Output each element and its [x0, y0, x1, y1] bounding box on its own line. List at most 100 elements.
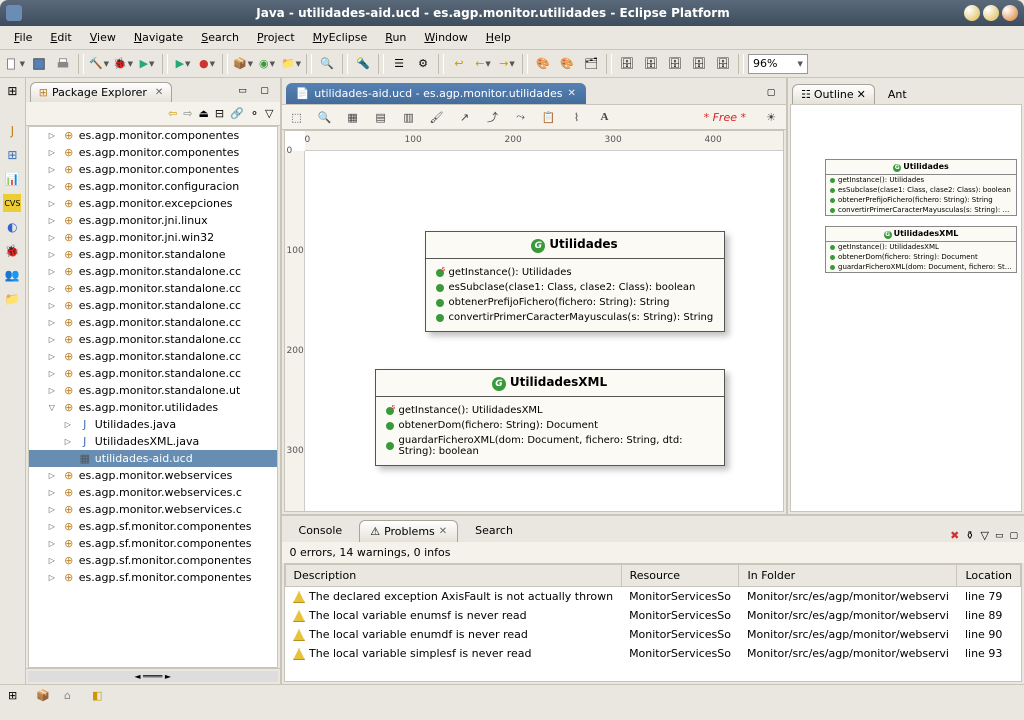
tree-row[interactable]: ▷⊕es.agp.sf.monitor.componentes: [29, 569, 277, 586]
select-tool-icon[interactable]: ⬚: [288, 108, 306, 126]
open-type-button[interactable]: 🔍: [316, 53, 338, 75]
close-tab-icon[interactable]: ✕: [439, 526, 447, 537]
menu-window[interactable]: Window: [416, 28, 475, 47]
close-editor-icon[interactable]: ✕: [567, 88, 575, 99]
column-header[interactable]: Location: [957, 565, 1021, 587]
filter-icon[interactable]: ⚬: [250, 107, 259, 120]
tree-row[interactable]: ▷⊕es.agp.monitor.standalone.cc: [29, 331, 277, 348]
collapse-all-icon[interactable]: ⊟: [215, 107, 224, 120]
settings-tool-icon[interactable]: ☀: [762, 108, 780, 126]
minimize-problems-icon[interactable]: ▭: [995, 531, 1004, 541]
bottom-tab-search[interactable]: Search: [464, 519, 524, 542]
db1-icon[interactable]: 🗄: [616, 53, 638, 75]
outline-canvas[interactable]: UtilidadesgetInstance(): UtilidadesesSub…: [790, 104, 1022, 512]
tree-row[interactable]: ▽⊕es.agp.monitor.utilidades: [29, 399, 277, 416]
tree-row[interactable]: ▷⊕es.agp.monitor.componentes: [29, 161, 277, 178]
menu-help[interactable]: Help: [478, 28, 519, 47]
tree-row[interactable]: ▦utilidades-aid.ucd: [29, 450, 277, 467]
tree-row[interactable]: ▷⊕es.agp.monitor.excepciones: [29, 195, 277, 212]
status-icon3[interactable]: ⌂: [64, 689, 78, 703]
uml-class-UtilidadesXML[interactable]: UtilidadesXMLgetInstance(): UtilidadesXM…: [375, 369, 725, 466]
zoom-combo[interactable]: 96%▼: [748, 54, 808, 74]
interface-tool-icon[interactable]: ▤: [372, 108, 390, 126]
new-folder-button[interactable]: 📁▼: [280, 53, 302, 75]
problem-row[interactable]: The local variable enumdf is never readM…: [285, 625, 1020, 644]
build-button[interactable]: 🔨▼: [88, 53, 110, 75]
close-button[interactable]: [1002, 5, 1018, 21]
tree-row[interactable]: ▷⊕es.agp.monitor.webservices.c: [29, 484, 277, 501]
tree-row[interactable]: ▷⊕es.agp.monitor.standalone: [29, 246, 277, 263]
tree-row[interactable]: ▷JUtilidades.java: [29, 416, 277, 433]
new-button[interactable]: ▼: [4, 53, 26, 75]
outline-tab[interactable]: ☷ Outline ✕: [792, 84, 875, 104]
status-icon1[interactable]: ⊞: [8, 689, 22, 703]
tree-row[interactable]: ▷⊕es.agp.monitor.jni.win32: [29, 229, 277, 246]
new-class-button[interactable]: ◉▼: [256, 53, 278, 75]
menu-run[interactable]: Run: [377, 28, 414, 47]
menu-myeclipse[interactable]: MyEclipse: [305, 28, 376, 47]
back-button[interactable]: ←▼: [472, 53, 494, 75]
up-icon[interactable]: ⏏: [199, 107, 209, 120]
print-button[interactable]: [52, 53, 74, 75]
db3-icon[interactable]: 🗄: [664, 53, 686, 75]
close-tab-icon[interactable]: ✕: [155, 87, 163, 98]
column-header[interactable]: Description: [285, 565, 621, 587]
hierarchy-icon[interactable]: ⊞: [3, 146, 21, 164]
db5-icon[interactable]: 🗄: [712, 53, 734, 75]
tree-row[interactable]: ▷⊕es.agp.monitor.webservices.c: [29, 501, 277, 518]
h-scrollbar[interactable]: ◄ ════ ►: [28, 671, 278, 682]
dependency-tool-icon[interactable]: ⤳: [512, 108, 530, 126]
tree-row[interactable]: ▷⊕es.agp.monitor.componentes: [29, 144, 277, 161]
last-edit-button[interactable]: ↩: [448, 53, 470, 75]
menu-search[interactable]: Search: [193, 28, 247, 47]
problems-table[interactable]: DescriptionResourceIn FolderLocation The…: [284, 563, 1022, 682]
menu-edit[interactable]: Edit: [42, 28, 79, 47]
menu-view[interactable]: View: [82, 28, 124, 47]
close-outline-icon[interactable]: ✕: [857, 88, 866, 101]
link-editor-icon[interactable]: 🔗: [230, 107, 244, 120]
arrow-tool-icon[interactable]: ↗: [456, 108, 474, 126]
problem-row[interactable]: The local variable simplesf is never rea…: [285, 644, 1020, 663]
debug-perspective-icon[interactable]: 🐞: [3, 242, 21, 260]
resource-icon[interactable]: 📁: [3, 290, 21, 308]
save-button[interactable]: [28, 53, 50, 75]
editor-maximize-icon[interactable]: ▢: [760, 82, 782, 104]
maximize-problems-icon[interactable]: ▢: [1009, 531, 1018, 541]
paint-tool-icon[interactable]: 🖌: [428, 108, 446, 126]
note-tool-icon[interactable]: 📋: [540, 108, 558, 126]
menu-project[interactable]: Project: [249, 28, 303, 47]
maximize-button[interactable]: [983, 5, 999, 21]
problem-row[interactable]: The local variable enumsf is never readM…: [285, 606, 1020, 625]
forward-icon[interactable]: ⇨: [183, 107, 192, 120]
tree-row[interactable]: ▷⊕es.agp.monitor.standalone.cc: [29, 365, 277, 382]
generalization-tool-icon[interactable]: ⤴: [484, 108, 502, 126]
tree-row[interactable]: ▷⊕es.agp.sf.monitor.componentes: [29, 552, 277, 569]
toggle-breadcrumb-button[interactable]: ☰: [388, 53, 410, 75]
tree-row[interactable]: ▷⊕es.agp.monitor.componentes: [29, 127, 277, 144]
anchor-tool-icon[interactable]: ⌇: [568, 108, 586, 126]
minimize-button[interactable]: [964, 5, 980, 21]
db2-icon[interactable]: 🗄: [640, 53, 662, 75]
tree-row[interactable]: ▷⊕es.agp.monitor.configuracion: [29, 178, 277, 195]
outline-mini-UtilidadesXML[interactable]: UtilidadesXMLgetInstance(): UtilidadesXM…: [825, 226, 1017, 273]
zoom-tool-icon[interactable]: 🔍: [316, 108, 334, 126]
java-perspective-icon[interactable]: J: [3, 122, 21, 140]
tree-row[interactable]: ▷⊕es.agp.sf.monitor.componentes: [29, 518, 277, 535]
tree-row[interactable]: ▷⊕es.agp.monitor.standalone.cc: [29, 297, 277, 314]
bottom-tab-problems[interactable]: ⚠Problems✕: [359, 520, 458, 542]
tree-row[interactable]: ▷JUtilidadesXML.java: [29, 433, 277, 450]
view-menu-icon[interactable]: ▽: [265, 107, 273, 120]
diagram-canvas[interactable]: UtilidadesgetInstance(): UtilidadesesSub…: [305, 151, 783, 511]
back-icon[interactable]: ⇦: [168, 107, 177, 120]
metrics-icon[interactable]: 📊: [3, 170, 21, 188]
enum-tool-icon[interactable]: ▥: [400, 108, 418, 126]
tree-row[interactable]: ▷⊕es.agp.monitor.webservices: [29, 467, 277, 484]
package-tree[interactable]: ▷⊕es.agp.monitor.componentes▷⊕es.agp.mon…: [28, 126, 278, 668]
ant-tab[interactable]: Ant: [879, 84, 916, 104]
open-perspective-icon[interactable]: ⊞: [3, 82, 21, 100]
forward-button[interactable]: →▼: [496, 53, 518, 75]
palette2-icon[interactable]: 🎨: [556, 53, 578, 75]
tree-row[interactable]: ▷⊕es.agp.monitor.standalone.cc: [29, 263, 277, 280]
new-package-button[interactable]: 📦▼: [232, 53, 254, 75]
tree-row[interactable]: ▷⊕es.agp.monitor.jni.linux: [29, 212, 277, 229]
